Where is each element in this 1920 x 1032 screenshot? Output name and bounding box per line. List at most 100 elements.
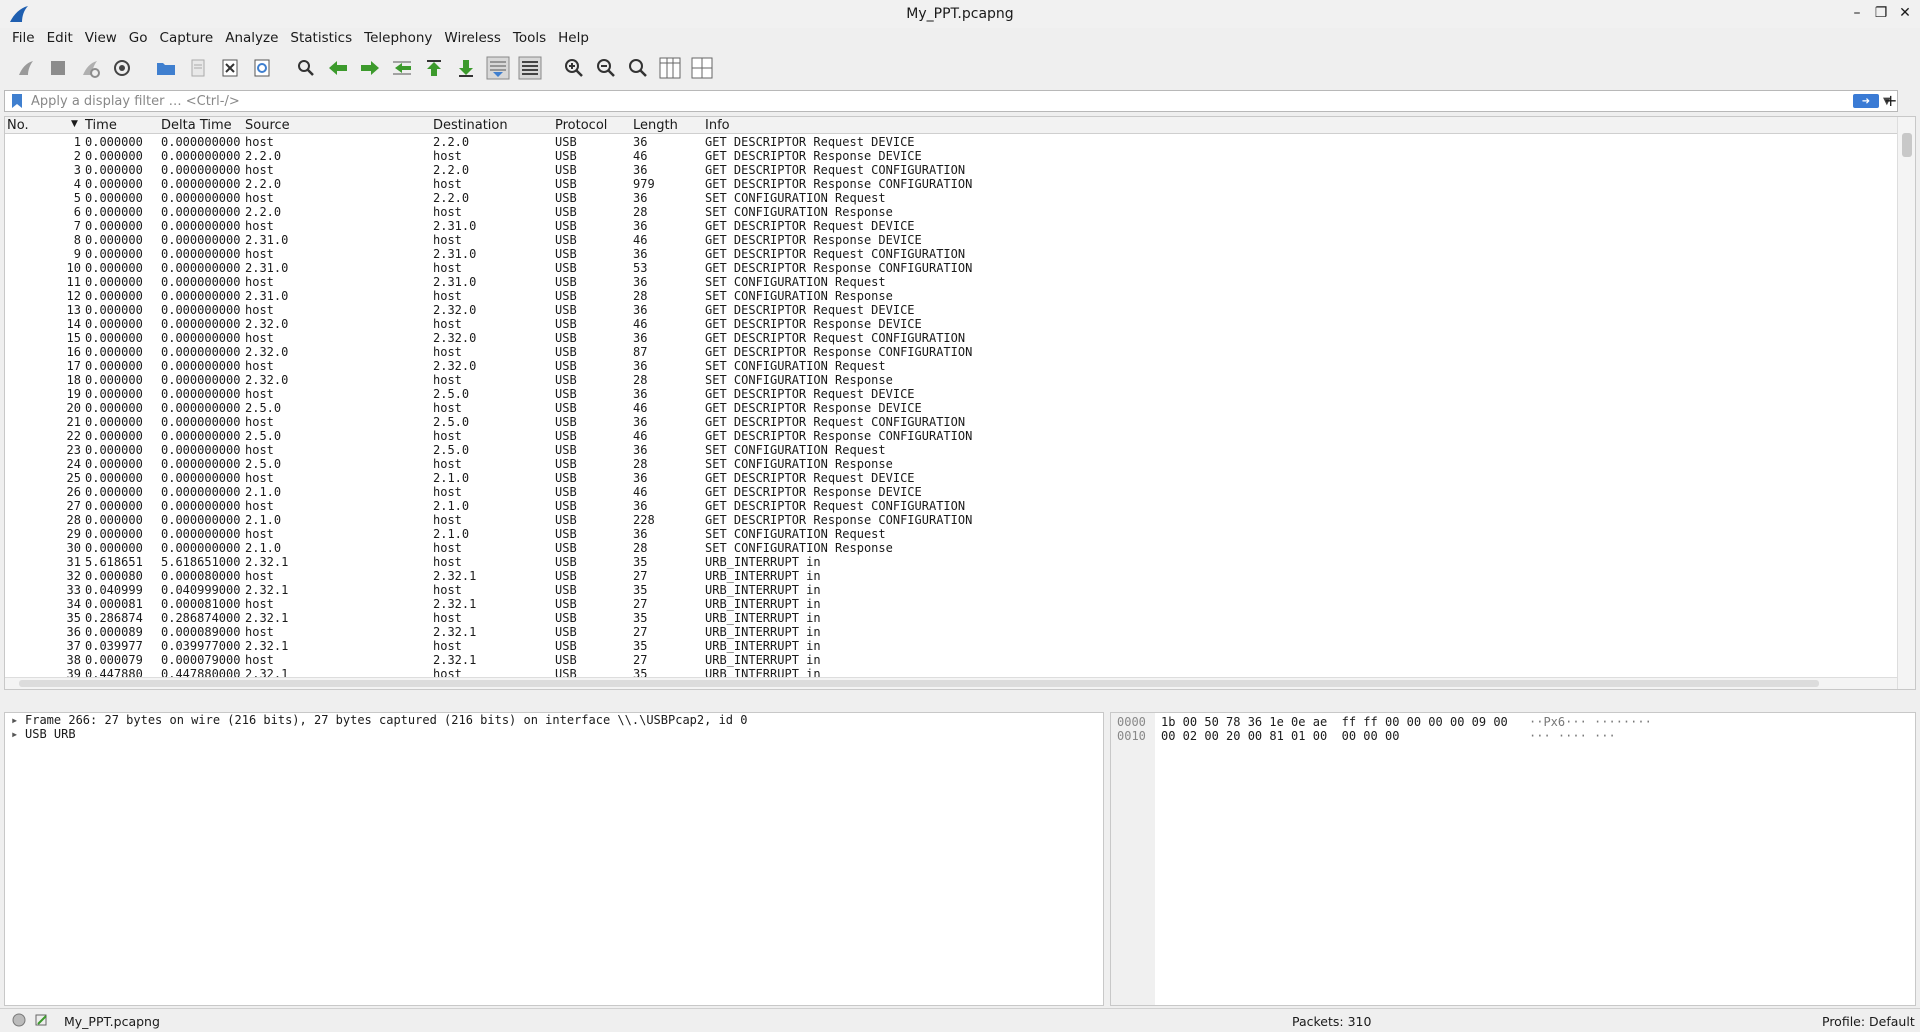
table-row[interactable]: 12 0.000000 0.000000000 2.31.0 host USB 28 SET … xyxy=(5,289,1877,303)
menu-tools[interactable]: Tools xyxy=(507,28,552,50)
status-profile[interactable]: Profile: Default xyxy=(1822,1014,1915,1029)
go-forward-icon[interactable] xyxy=(356,54,384,82)
menu-analyze[interactable]: Analyze xyxy=(219,28,284,50)
column-header-source[interactable]: Source xyxy=(245,118,290,133)
cell-source: 2.1.0 xyxy=(245,485,282,499)
table-row[interactable]: 2 0.000000 0.000000000 2.2.0 host USB 46 GET DE… xyxy=(5,149,1877,163)
bookmark-icon[interactable] xyxy=(9,93,25,109)
menu-edit[interactable]: Edit xyxy=(41,28,79,50)
cell-length: 27 xyxy=(633,625,648,639)
close-file-icon[interactable] xyxy=(216,54,244,82)
open-file-icon[interactable] xyxy=(152,54,180,82)
table-row[interactable]: 36 0.000089 0.000089000 host 2.32.1 USB 27 URB_… xyxy=(5,625,1877,639)
go-back-icon[interactable] xyxy=(324,54,352,82)
table-row[interactable]: 10 0.000000 0.000000000 2.31.0 host USB 53 GET … xyxy=(5,261,1877,275)
start-capture-icon[interactable] xyxy=(12,54,40,82)
table-row[interactable]: 4 0.000000 0.000000000 2.2.0 host USB 979 GET D… xyxy=(5,177,1877,191)
table-row[interactable]: 37 0.039977 0.039977000 2.32.1 host USB 35 URB_… xyxy=(5,639,1877,653)
table-row[interactable]: 13 0.000000 0.000000000 host 2.32.0 USB 36 GET … xyxy=(5,303,1877,317)
last-packet-icon[interactable] xyxy=(452,54,480,82)
detail-tree-item[interactable]: ▸ USB URB xyxy=(5,727,1103,741)
menu-view[interactable]: View xyxy=(79,28,123,50)
zoom-out-icon[interactable] xyxy=(592,54,620,82)
edit-comment-icon[interactable] xyxy=(34,1013,48,1030)
table-row[interactable]: 38 0.000079 0.000079000 host 2.32.1 USB 27 URB_… xyxy=(5,653,1877,667)
table-row[interactable]: 35 0.286874 0.286874000 2.32.1 host USB 35 URB_… xyxy=(5,611,1877,625)
normal-size-icon[interactable] xyxy=(624,54,652,82)
table-row[interactable]: 14 0.000000 0.000000000 2.32.0 host USB 46 GET … xyxy=(5,317,1877,331)
column-header-destination[interactable]: Destination xyxy=(433,118,508,133)
column-header-info[interactable]: Info xyxy=(705,118,730,133)
table-row[interactable]: 28 0.000000 0.000000000 2.1.0 host USB 228 GET … xyxy=(5,513,1877,527)
detail-tree-item[interactable]: ▸ Frame 266: 27 bytes on wire (216 bits),… xyxy=(5,713,1103,727)
table-row[interactable]: 6 0.000000 0.000000000 2.2.0 host USB 28 SET CO… xyxy=(5,205,1877,219)
table-row[interactable]: 17 0.000000 0.000000000 host 2.32.0 USB 36 SET … xyxy=(5,359,1877,373)
menu-statistics[interactable]: Statistics xyxy=(284,28,358,50)
horizontal-scrollbar[interactable] xyxy=(5,677,1897,689)
restore-icon[interactable]: ❐ xyxy=(1872,4,1890,22)
cell-info: GET DESCRIPTOR Request CONFIGURATION xyxy=(705,247,966,261)
table-row[interactable]: 26 0.000000 0.000000000 2.1.0 host USB 46 GET D… xyxy=(5,485,1877,499)
table-row[interactable]: 33 0.040999 0.040999000 2.32.1 host USB 35 URB_… xyxy=(5,583,1877,597)
add-filter-button[interactable]: + xyxy=(1884,91,1897,110)
table-row[interactable]: 11 0.000000 0.000000000 host 2.31.0 USB 36 SET … xyxy=(5,275,1877,289)
resize-columns-icon[interactable] xyxy=(656,54,684,82)
close-icon[interactable]: ✕ xyxy=(1896,4,1914,22)
save-file-icon[interactable] xyxy=(184,54,212,82)
expert-info-icon[interactable] xyxy=(12,1013,26,1030)
column-header-length[interactable]: Length xyxy=(633,118,678,133)
table-row[interactable]: 27 0.000000 0.000000000 host 2.1.0 USB 36 GET D… xyxy=(5,499,1877,513)
zoom-in-icon[interactable] xyxy=(560,54,588,82)
table-row[interactable]: 29 0.000000 0.000000000 host 2.1.0 USB 36 SET C… xyxy=(5,527,1877,541)
table-row[interactable]: 34 0.000081 0.000081000 host 2.32.1 USB 27 URB_… xyxy=(5,597,1877,611)
menu-file[interactable]: File xyxy=(6,28,41,50)
apply-filter-button[interactable]: ➜ xyxy=(1853,94,1879,108)
colorize-icon[interactable] xyxy=(516,54,544,82)
restart-capture-icon[interactable] xyxy=(76,54,104,82)
table-row[interactable]: 15 0.000000 0.000000000 host 2.32.0 USB 36 GET … xyxy=(5,331,1877,345)
column-header-delta-time[interactable]: Delta Time xyxy=(161,118,232,133)
table-row[interactable]: 22 0.000000 0.000000000 2.5.0 host USB 46 GET D… xyxy=(5,429,1877,443)
go-to-packet-icon[interactable] xyxy=(388,54,416,82)
table-row[interactable]: 7 0.000000 0.000000000 host 2.31.0 USB 36 GET D… xyxy=(5,219,1877,233)
first-packet-icon[interactable] xyxy=(420,54,448,82)
minimize-icon[interactable]: – xyxy=(1848,4,1866,22)
cell-delta: 0.000000000 xyxy=(161,149,241,163)
menu-go[interactable]: Go xyxy=(123,28,154,50)
table-row[interactable]: 3 0.000000 0.000000000 host 2.2.0 USB 36 GET DE… xyxy=(5,163,1877,177)
menu-help[interactable]: Help xyxy=(552,28,595,50)
table-row[interactable]: 19 0.000000 0.000000000 host 2.5.0 USB 36 GET D… xyxy=(5,387,1877,401)
column-header-no[interactable]: No. xyxy=(7,118,29,133)
stop-capture-icon[interactable] xyxy=(44,54,72,82)
cell-length: 28 xyxy=(633,205,648,219)
menu-capture[interactable]: Capture xyxy=(154,28,220,50)
table-row[interactable]: 24 0.000000 0.000000000 2.5.0 host USB 28 SET C… xyxy=(5,457,1877,471)
table-row[interactable]: 18 0.000000 0.000000000 2.32.0 host USB 28 SET … xyxy=(5,373,1877,387)
reload-file-icon[interactable] xyxy=(248,54,276,82)
table-row[interactable]: 8 0.000000 0.000000000 2.31.0 host USB 46 GET D… xyxy=(5,233,1877,247)
menu-telephony[interactable]: Telephony xyxy=(358,28,438,50)
table-row[interactable]: 32 0.000080 0.000080000 host 2.32.1 USB 27 URB_… xyxy=(5,569,1877,583)
table-row[interactable]: 16 0.000000 0.000000000 2.32.0 host USB 87 GET … xyxy=(5,345,1877,359)
table-row[interactable]: 31 5.618651 5.618651000 2.32.1 host USB 35 URB_… xyxy=(5,555,1877,569)
cell-info: SET CONFIGURATION Response xyxy=(705,457,893,471)
table-row[interactable]: 20 0.000000 0.000000000 2.5.0 host USB 46 GET D… xyxy=(5,401,1877,415)
auto-scroll-icon[interactable] xyxy=(484,54,512,82)
table-row[interactable]: 5 0.000000 0.000000000 host 2.2.0 USB 36 SET CO… xyxy=(5,191,1877,205)
table-row[interactable]: 25 0.000000 0.000000000 host 2.1.0 USB 36 GET D… xyxy=(5,471,1877,485)
display-filter-input[interactable] xyxy=(25,92,1853,110)
table-row[interactable]: 21 0.000000 0.000000000 host 2.5.0 USB 36 GET D… xyxy=(5,415,1877,429)
vertical-scrollbar[interactable] xyxy=(1897,117,1915,689)
capture-options-icon[interactable] xyxy=(108,54,136,82)
find-packet-icon[interactable] xyxy=(292,54,320,82)
table-row[interactable]: 23 0.000000 0.000000000 host 2.5.0 USB 36 SET C… xyxy=(5,443,1877,457)
expand-arrow-icon[interactable]: ▸ xyxy=(11,713,25,727)
table-row[interactable]: 1 0.000000 0.000000000 host 2.2.0 USB 36 GET DE… xyxy=(5,135,1877,149)
expand-arrow-icon[interactable]: ▸ xyxy=(11,727,25,741)
menu-wireless[interactable]: Wireless xyxy=(438,28,507,50)
column-header-protocol[interactable]: Protocol xyxy=(555,118,607,133)
table-row[interactable]: 30 0.000000 0.000000000 2.1.0 host USB 28 SET C… xyxy=(5,541,1877,555)
column-header-time[interactable]: Time xyxy=(85,118,117,133)
layout-panes-icon[interactable] xyxy=(688,54,716,82)
table-row[interactable]: 9 0.000000 0.000000000 host 2.31.0 USB 36 GET D… xyxy=(5,247,1877,261)
